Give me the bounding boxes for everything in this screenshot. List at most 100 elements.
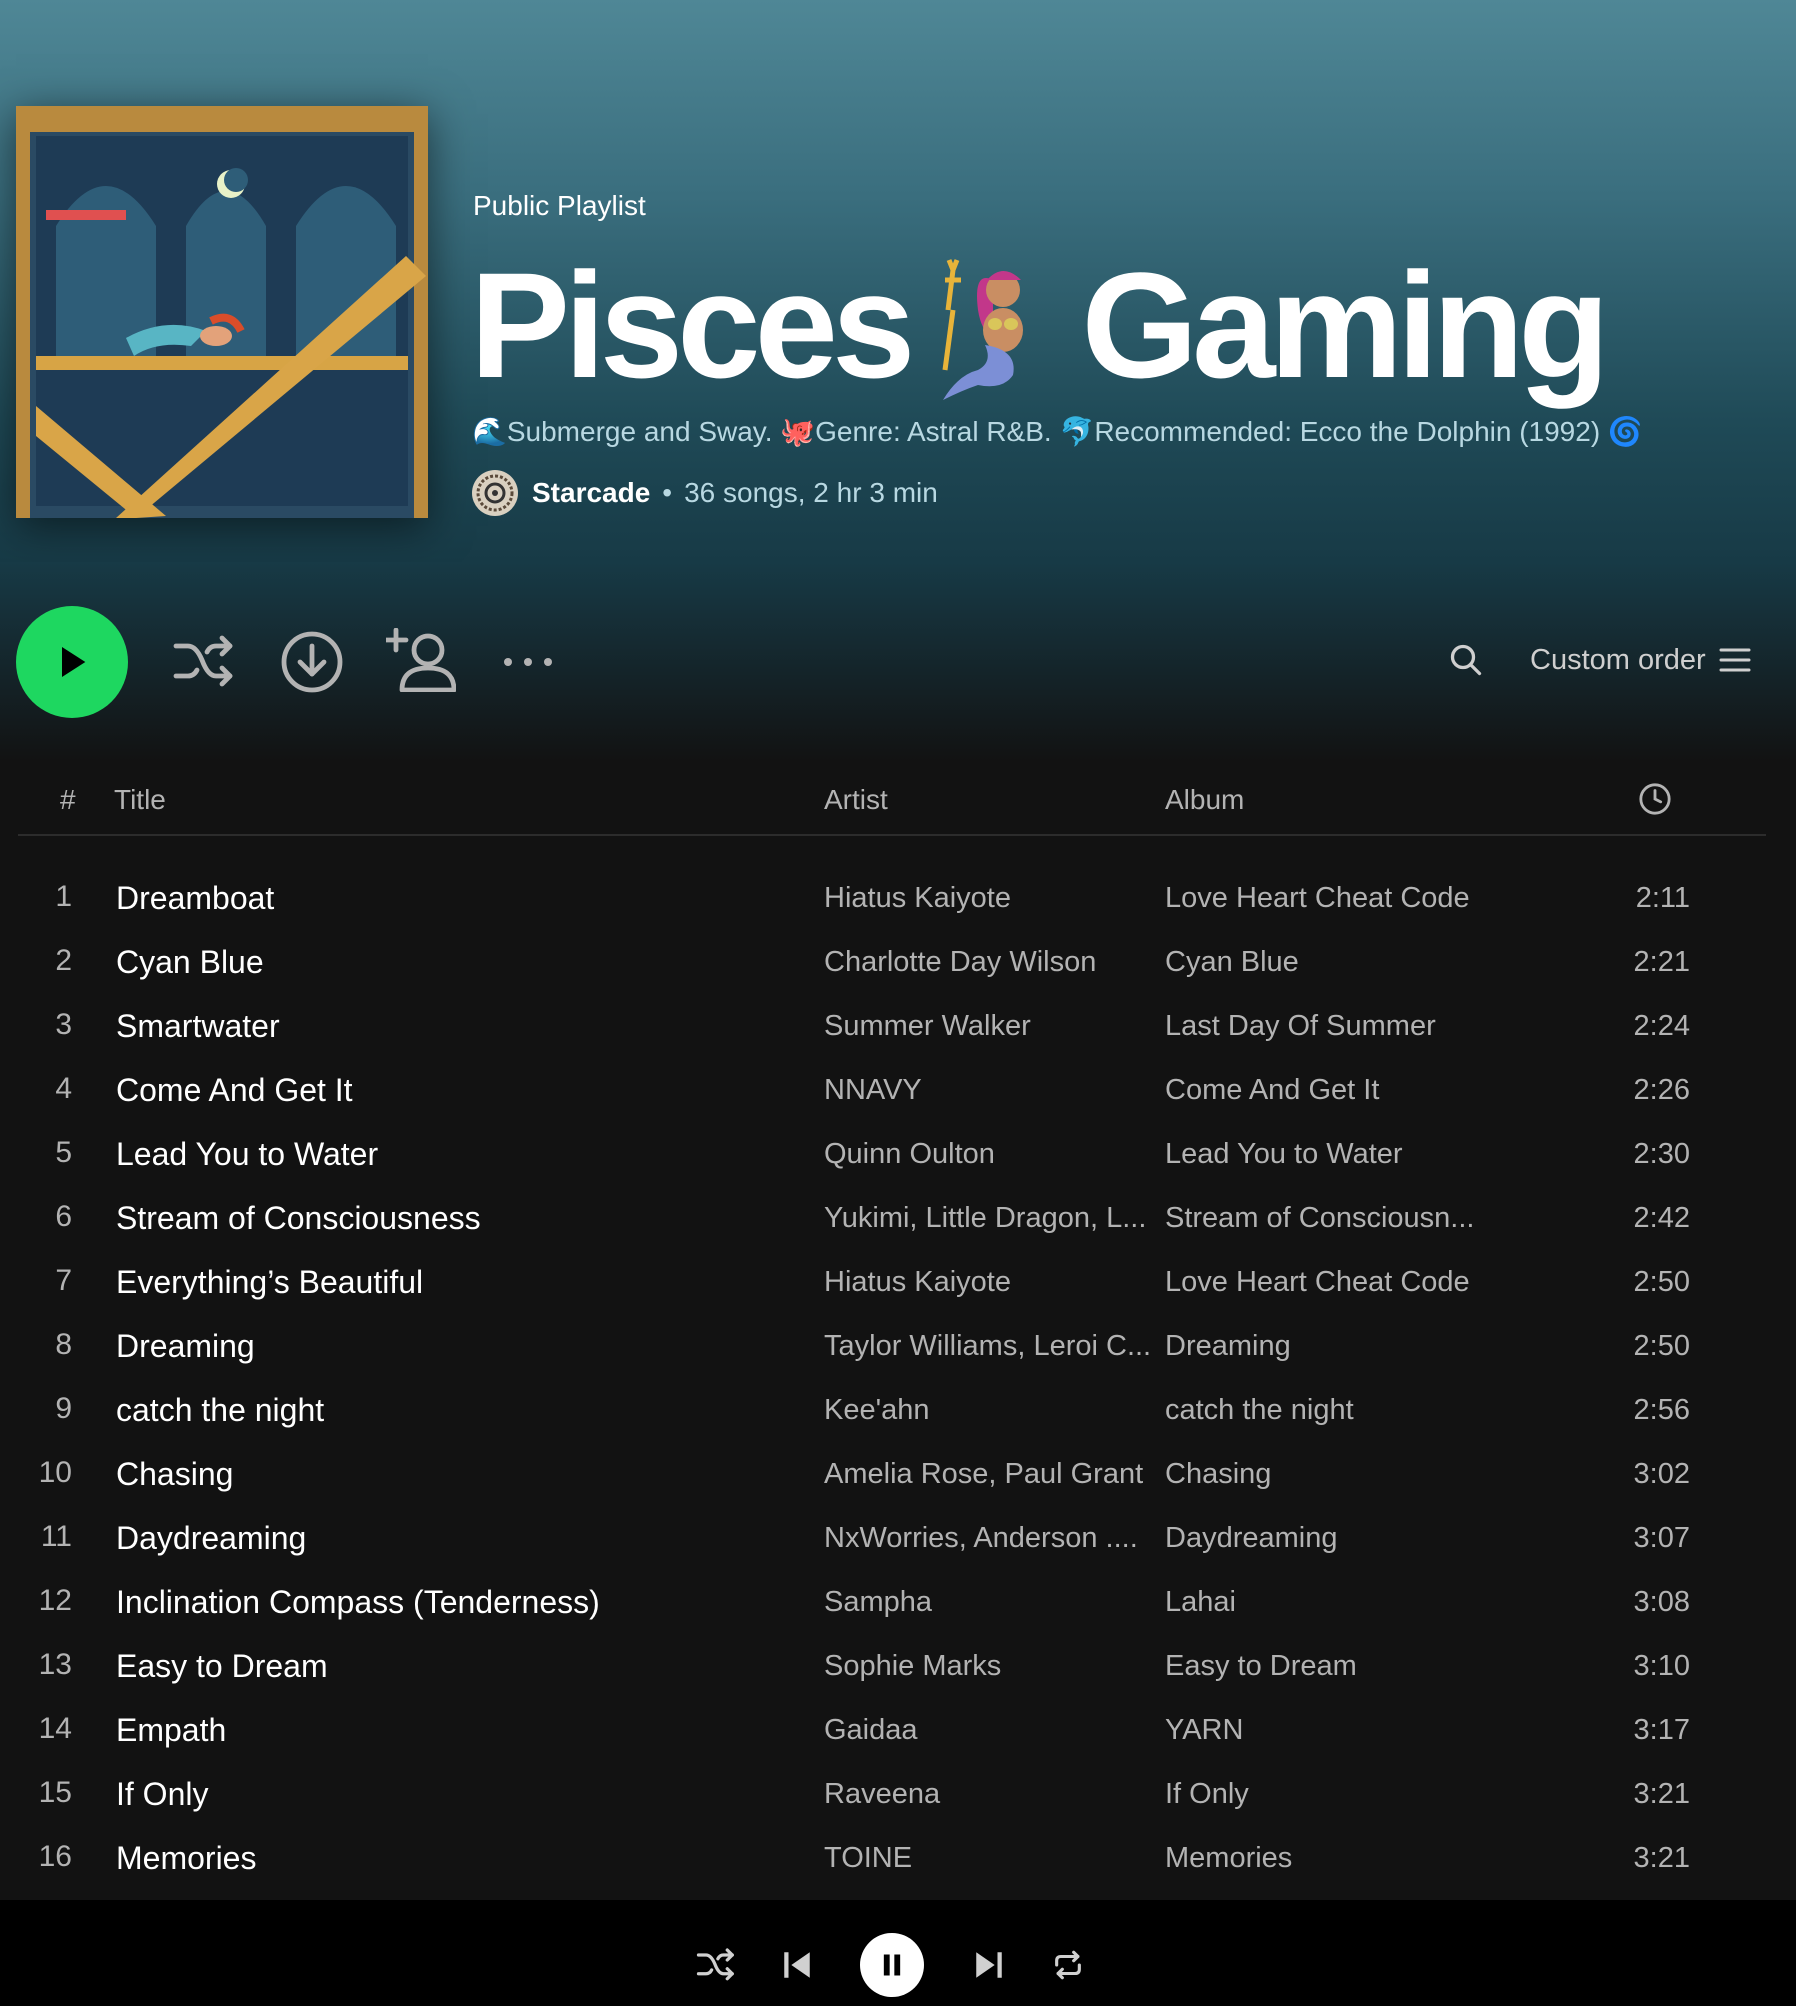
clock-icon: [1639, 783, 1671, 815]
owner-avatar[interactable]: [472, 470, 518, 516]
track-artist-link[interactable]: Charlotte Day Wilson: [824, 946, 1154, 979]
view-options-button[interactable]: [1718, 646, 1752, 679]
track-row[interactable]: 2 Cyan Blue Charlotte Day Wilson Cyan Blue 2…: [18, 932, 1766, 996]
player-shuffle-button[interactable]: [696, 1946, 736, 1989]
track-number: 9: [55, 1392, 72, 1425]
track-row[interactable]: 14 Empath Gaidaa YARN 3:17: [18, 1700, 1766, 1764]
meta-separator: •: [662, 477, 673, 508]
repeat-button[interactable]: [1050, 1948, 1086, 1987]
download-icon: [281, 631, 343, 693]
track-album-link[interactable]: YARN: [1165, 1714, 1485, 1747]
track-album-link[interactable]: Daydreaming: [1165, 1522, 1485, 1555]
col-duration-header[interactable]: [1638, 782, 1672, 823]
col-number-header: #: [60, 784, 76, 815]
track-number: 2: [55, 944, 72, 977]
track-row[interactable]: 8 Dreaming Taylor Williams, Leroi C... Drea…: [18, 1316, 1766, 1380]
track-artist-link[interactable]: Amelia Rose, Paul Grant: [824, 1458, 1154, 1491]
track-row[interactable]: 5 Lead You to Water Quinn Oulton Lead You t…: [18, 1124, 1766, 1188]
track-duration: 3:10: [1633, 1650, 1690, 1682]
track-duration: 3:07: [1633, 1522, 1690, 1554]
download-button[interactable]: [280, 630, 344, 699]
track-number: 5: [55, 1136, 72, 1169]
track-artist-link[interactable]: Sampha: [824, 1586, 1154, 1619]
track-artist-link[interactable]: Gaidaa: [824, 1714, 1154, 1747]
track-duration: 2:21: [1633, 946, 1690, 978]
playlist-title-part1: Pisces: [470, 241, 915, 409]
track-artist-link[interactable]: Quinn Oulton: [824, 1138, 1154, 1171]
track-album-link[interactable]: catch the night: [1165, 1394, 1485, 1427]
track-row[interactable]: 16 Memories TOINE Memories 3:21: [18, 1828, 1766, 1892]
track-row[interactable]: 10 Chasing Amelia Rose, Paul Grant Chasing 3…: [18, 1444, 1766, 1508]
playlist-title-part2: Gaming: [1081, 241, 1609, 409]
more-options-button[interactable]: [500, 654, 556, 675]
track-album-link[interactable]: Lahai: [1165, 1586, 1485, 1619]
track-artist-link[interactable]: TOINE: [824, 1842, 1154, 1875]
track-album-link[interactable]: Love Heart Cheat Code: [1165, 882, 1485, 915]
track-duration: 2:50: [1633, 1330, 1690, 1362]
track-duration: 2:24: [1633, 1010, 1690, 1042]
add-user-icon: [383, 627, 457, 693]
track-duration: 2:56: [1633, 1394, 1690, 1426]
track-row[interactable]: 4 Come And Get It NNAVY Come And Get It 2:26: [18, 1060, 1766, 1124]
track-artist-link[interactable]: Summer Walker: [824, 1010, 1154, 1043]
track-row[interactable]: 12 Inclination Compass (Tenderness) Sampha…: [18, 1572, 1766, 1636]
track-row[interactable]: 13 Easy to Dream Sophie Marks Easy to Dream…: [18, 1636, 1766, 1700]
track-artist-link[interactable]: Kee'ahn: [824, 1394, 1154, 1427]
track-number: 7: [55, 1264, 72, 1297]
track-title: Cyan Blue: [116, 944, 264, 980]
track-number: 12: [38, 1584, 72, 1617]
track-row[interactable]: 11 Daydreaming NxWorries, Anderson .... Day…: [18, 1508, 1766, 1572]
track-number: 16: [38, 1840, 72, 1873]
track-row[interactable]: 1 Dreamboat Hiatus Kaiyote Love Heart Cheat…: [18, 868, 1766, 932]
next-track-button[interactable]: [972, 1948, 1006, 1987]
track-artist-link[interactable]: Hiatus Kaiyote: [824, 882, 1154, 915]
search-in-playlist-button[interactable]: [1448, 642, 1484, 683]
playlist-description: 🌊Submerge and Sway. 🐙Genre: Astral R&B. …: [472, 416, 1643, 447]
track-album-link[interactable]: Stream of Consciousn...: [1165, 1202, 1485, 1235]
track-row[interactable]: 6 Stream of Consciousness Yukimi, Little D…: [18, 1188, 1766, 1252]
col-title-header[interactable]: Title: [114, 784, 166, 816]
track-artist-link[interactable]: NNAVY: [824, 1074, 1154, 1107]
invite-collaborator-button[interactable]: [383, 627, 457, 697]
track-album-link[interactable]: Chasing: [1165, 1458, 1485, 1491]
track-album-link[interactable]: Last Day Of Summer: [1165, 1010, 1485, 1043]
track-number: 3: [55, 1008, 72, 1041]
track-number: 13: [38, 1648, 72, 1681]
track-album-link[interactable]: Memories: [1165, 1842, 1485, 1875]
more-icon: [504, 658, 552, 666]
track-album-link[interactable]: If Only: [1165, 1778, 1485, 1811]
track-artist-link[interactable]: Hiatus Kaiyote: [824, 1266, 1154, 1299]
track-artist-link[interactable]: NxWorries, Anderson ....: [824, 1522, 1154, 1555]
sort-order-dropdown[interactable]: Custom order: [1530, 644, 1706, 677]
owner-name-link[interactable]: Starcade: [532, 477, 650, 509]
search-icon: [1450, 644, 1482, 676]
track-title: Lead You to Water: [116, 1136, 379, 1172]
track-artist-link[interactable]: Sophie Marks: [824, 1650, 1154, 1683]
previous-track-button[interactable]: [780, 1948, 814, 1987]
shuffle-button[interactable]: [172, 632, 236, 697]
track-row[interactable]: 7 Everything’s Beautiful Hiatus Kaiyote Lov…: [18, 1252, 1766, 1316]
track-number: 8: [55, 1328, 72, 1361]
track-number: 15: [38, 1776, 72, 1809]
track-row[interactable]: 3 Smartwater Summer Walker Last Day Of Summ…: [18, 996, 1766, 1060]
track-album-link[interactable]: Love Heart Cheat Code: [1165, 1266, 1485, 1299]
track-row[interactable]: 9 catch the night Kee'ahn catch the night 2:…: [18, 1380, 1766, 1444]
track-album-link[interactable]: Dreaming: [1165, 1330, 1485, 1363]
track-artist-link[interactable]: Taylor Williams, Leroi C...: [824, 1330, 1154, 1363]
track-album-link[interactable]: Lead You to Water: [1165, 1138, 1485, 1171]
col-artist-header[interactable]: Artist: [824, 784, 888, 816]
playlist-cover-art[interactable]: [16, 106, 428, 518]
track-artist-link[interactable]: Yukimi, Little Dragon, L...: [824, 1202, 1154, 1235]
track-title: Daydreaming: [116, 1520, 307, 1556]
track-album-link[interactable]: Easy to Dream: [1165, 1650, 1485, 1683]
cover-illustration: [16, 106, 428, 518]
track-album-link[interactable]: Come And Get It: [1165, 1074, 1485, 1107]
play-button[interactable]: [16, 606, 128, 718]
pause-button[interactable]: [860, 1933, 924, 1997]
track-duration: 2:50: [1633, 1266, 1690, 1298]
track-row[interactable]: 15 If Only Raveena If Only 3:21: [18, 1764, 1766, 1828]
track-artist-link[interactable]: Raveena: [824, 1778, 1154, 1811]
track-number: 11: [40, 1520, 72, 1553]
track-album-link[interactable]: Cyan Blue: [1165, 946, 1485, 979]
col-album-header[interactable]: Album: [1165, 784, 1244, 816]
